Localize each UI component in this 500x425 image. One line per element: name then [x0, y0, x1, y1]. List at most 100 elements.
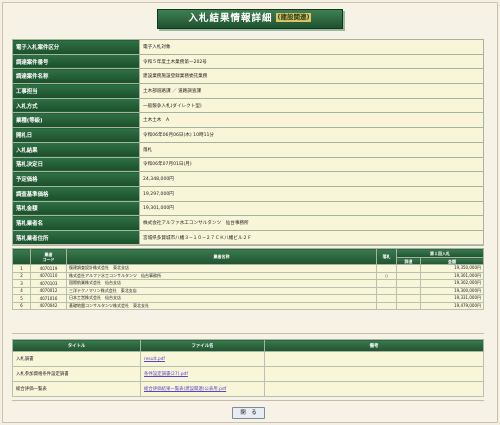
- detail-value: 19,297,000円: [139, 185, 484, 202]
- bid-code: 4070119: [30, 264, 67, 273]
- detail-value: 19,301,000円: [139, 200, 484, 217]
- document-row: 総合評価一覧表 総合評価結果一覧表(建設関連)公表用.pdf: [12, 381, 484, 397]
- bid-no: 5: [12, 294, 31, 303]
- detail-row: 落札業者名 株式会社アルファ水工コンサルタンツ 仙台事務所: [12, 215, 484, 231]
- detail-label: 調査基準価格: [12, 185, 140, 202]
- document-remarks: [264, 351, 484, 367]
- detail-row: 工事担当 土木部道路課 ／ 道路調査課: [12, 83, 484, 99]
- bid-amount: 19,301,000円: [420, 271, 484, 280]
- detail-label: 調達案件番号: [12, 53, 140, 70]
- detail-row: 調達案件番号 令和５年度土木業務第ー202号: [12, 53, 484, 70]
- bid-reason: [396, 301, 421, 310]
- document-remarks: [264, 366, 484, 382]
- detail-label: 落札業者住所: [12, 229, 140, 246]
- divider: [12, 244, 484, 245]
- document-row: 入札調書 result.pdf: [12, 351, 484, 367]
- bid-no: 4: [12, 286, 31, 295]
- detail-value: 24,348,000円: [139, 171, 484, 187]
- page-title-subtitle: (建設関連): [275, 13, 312, 22]
- detail-value: 建設業務施設登録業務委託業務: [139, 68, 484, 85]
- document-file-link[interactable]: result.pdf: [140, 351, 265, 367]
- col-code-label: 業者 コード: [42, 251, 55, 262]
- bid-code: 4071016: [30, 294, 67, 303]
- detail-row: 予定価格 24,348,000円: [12, 171, 484, 187]
- detail-row: 電子入札案件区分 電子入札対象: [12, 39, 484, 55]
- bid-award: [376, 286, 397, 295]
- bid-no: 6: [12, 301, 31, 310]
- documents-table: タイトル ファイル名 備考 入札調書 result.pdf 入札参加資格条件設定調書…: [12, 339, 484, 397]
- col-name: 業者名称: [66, 248, 377, 265]
- bid-reason: [396, 286, 421, 295]
- detail-value: 一般競争入札(ダイレクト型): [139, 97, 484, 114]
- detail-value: 電子入札対象: [139, 39, 484, 55]
- bid-row: 5 4071016 日本工営株式会社 仙台支店 19,331,000円: [12, 294, 484, 303]
- col-reason: 辞退: [396, 257, 421, 265]
- col-no: [12, 248, 31, 265]
- detail-label: 落札業者名: [12, 215, 140, 231]
- document-remarks: [264, 381, 484, 397]
- page-title: 入札結果情報詳細 (建設関連): [157, 9, 343, 29]
- detail-value: 株式会社アルファ水工コンサルタンツ 仙台事務所: [139, 215, 484, 231]
- detail-label: 入札方式: [12, 97, 140, 114]
- close-button[interactable]: 閉 る: [232, 407, 265, 419]
- bid-reason: [396, 294, 421, 303]
- document-title: 入札調書: [12, 351, 141, 367]
- col-doc-remarks: 備考: [264, 339, 484, 352]
- detail-value: 土木部道路課 ／ 道路調査課: [139, 83, 484, 99]
- detail-value: 土木土木 A: [139, 112, 484, 129]
- bid-reason: [396, 264, 421, 273]
- detail-label: 落札金額: [12, 200, 140, 217]
- detail-row: 落札業者住所 宮城県多賀城市八幡３−１０−２７ＣＫ八幡ビル２Ｆ: [12, 229, 484, 246]
- bid-no: 2: [12, 271, 31, 280]
- detail-label: 工事担当: [12, 83, 140, 99]
- bid-results-table: 業者 コード 業者名称 落札 第１回入札 辞退 金額 1 4070119 復建調査設…: [12, 248, 484, 310]
- divider: [12, 333, 484, 334]
- bid-name: 基礎地盤コンサルタンツ株式会社 東北支社: [66, 301, 377, 310]
- col-code: 業者 コード: [30, 248, 67, 265]
- detail-value: 令和06年06月06日(木) 10時11分: [139, 127, 484, 143]
- detail-value: 令和06年07月01日(月): [139, 156, 484, 173]
- bid-no: 3: [12, 279, 31, 288]
- bid-reason: [396, 279, 421, 288]
- document-title: 入札参加資格条件設定調書: [12, 366, 141, 382]
- detail-label: 落札決定日: [12, 156, 140, 173]
- col-round1: 第１回入札: [396, 248, 484, 258]
- bid-amount: 19,302,000円: [420, 279, 484, 288]
- bid-award: [376, 264, 397, 273]
- detail-row: 開札日 令和06年06月06日(木) 10時11分: [12, 127, 484, 143]
- detail-row: 入札方式 一般競争入札(ダイレクト型): [12, 97, 484, 114]
- col-doc-file: ファイル名: [140, 339, 265, 352]
- bid-row: 1 4070119 復建調査設計株式会社 東北支店 19,350,000円: [12, 264, 484, 273]
- detail-row: 調達案件名称 建設業務施設登録業務委託業務: [12, 68, 484, 85]
- divider: [12, 400, 484, 401]
- detail-value: 落札: [139, 141, 484, 158]
- detail-label: 開札日: [12, 127, 140, 143]
- detail-row: 入札結果 落札: [12, 141, 484, 158]
- bid-row: 4 4070012 三洋テクノマリン株式会社 東北支店 19,300,000円: [12, 286, 484, 295]
- bid-award: [376, 301, 397, 310]
- detail-label: 電子入札案件区分: [12, 39, 140, 55]
- bid-row: 6 4070042 基礎地盤コンサルタンツ株式会社 東北支社 19,479,000円: [12, 301, 484, 310]
- bid-award: [376, 279, 397, 288]
- detail-value: 宮城県多賀城市八幡３−１０−２７ＣＫ八幡ビル２Ｆ: [139, 229, 484, 246]
- page-title-text: 入札結果情報詳細: [188, 13, 273, 24]
- detail-label: 業種(等級): [12, 112, 140, 129]
- bid-row: 3 4070103 国際航業株式会社 仙台支店 19,302,000円: [12, 279, 484, 288]
- bid-name: 三洋テクノマリン株式会社 東北支店: [66, 286, 377, 295]
- document-file-link[interactable]: 条件設定調書(27).pdf: [140, 366, 265, 382]
- bid-amount: 19,350,000円: [420, 264, 484, 273]
- detail-row: 業種(等級) 土木土木 A: [12, 112, 484, 129]
- document-file-link[interactable]: 総合評価結果一覧表(建設関連)公表用.pdf: [140, 381, 265, 397]
- bid-code: 4070110: [30, 271, 67, 280]
- bid-amount: 19,300,000円: [420, 286, 484, 295]
- bid-name: 日本工営株式会社 仙台支店: [66, 294, 377, 303]
- bid-amount: 19,479,000円: [420, 301, 484, 310]
- bid-code: 4070012: [30, 286, 67, 295]
- detail-row: 調査基準価格 19,297,000円: [12, 185, 484, 202]
- bid-no: 1: [12, 264, 31, 273]
- col-amount: 金額: [420, 257, 484, 265]
- detail-row: 落札決定日 令和06年07月01日(月): [12, 156, 484, 173]
- detail-label: 調達案件名称: [12, 68, 140, 85]
- bid-amount: 19,331,000円: [420, 294, 484, 303]
- bid-name: 国際航業株式会社 仙台支店: [66, 279, 377, 288]
